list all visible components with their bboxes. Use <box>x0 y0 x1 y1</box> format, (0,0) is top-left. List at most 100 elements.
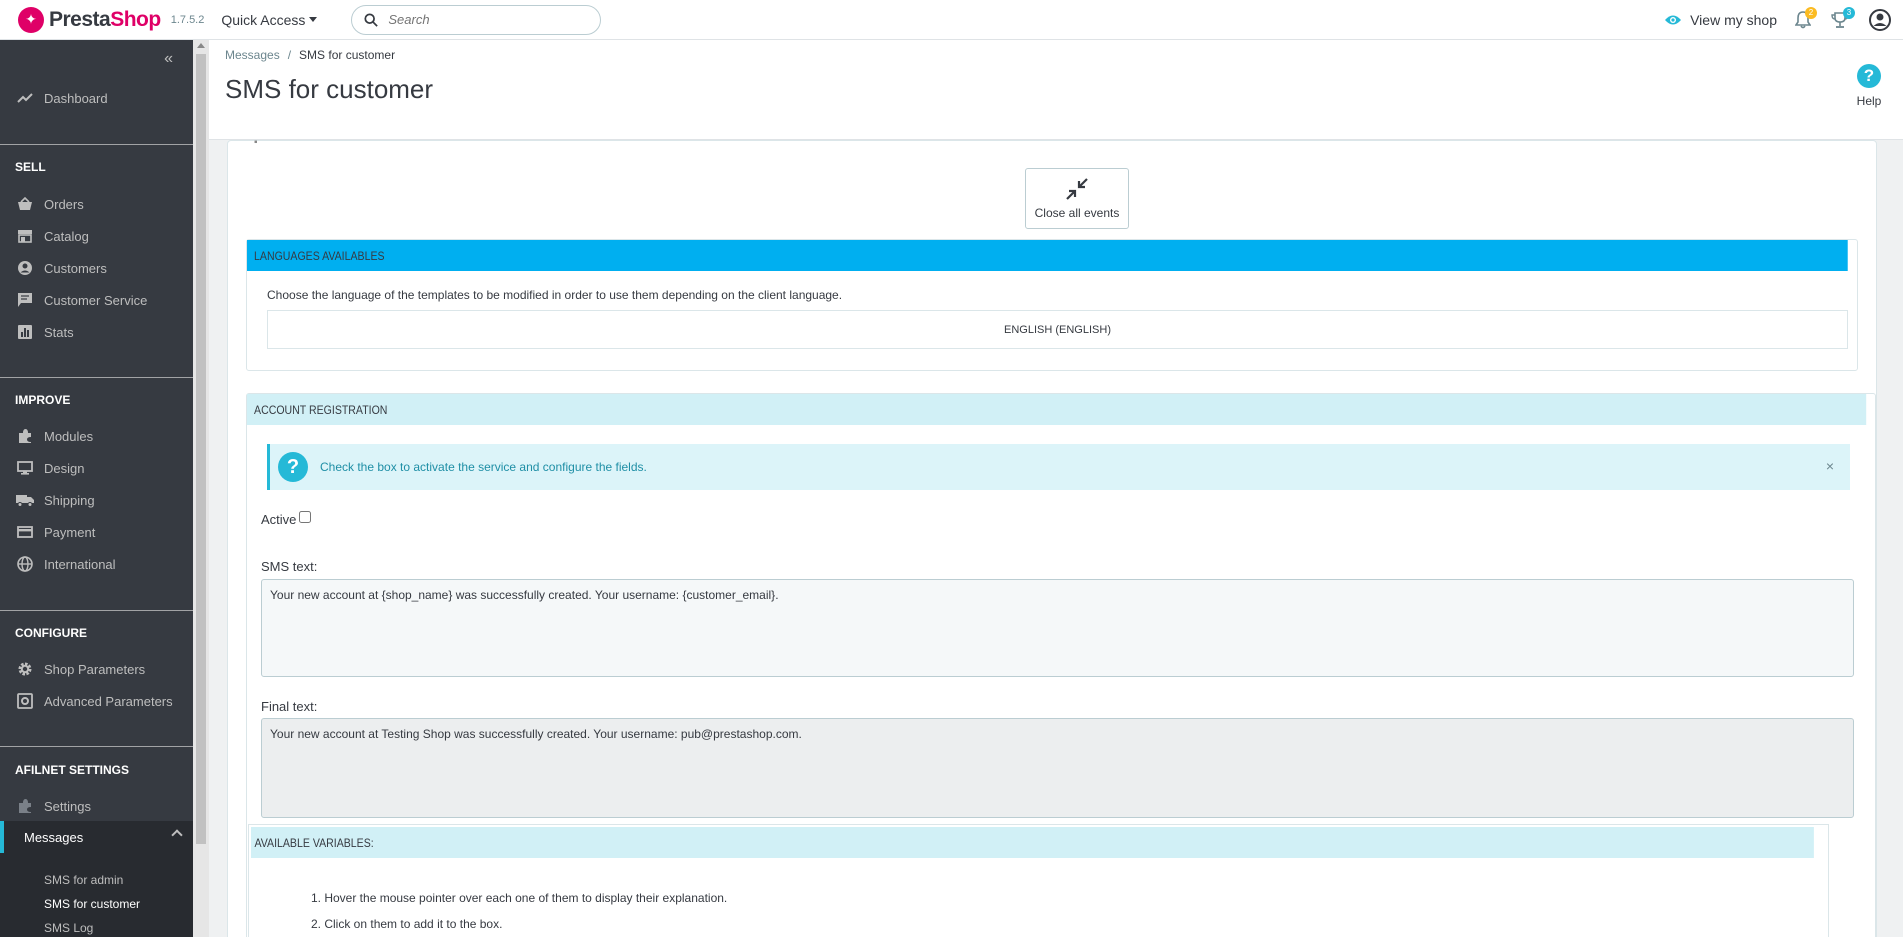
desktop-icon <box>16 459 34 477</box>
credit-card-icon <box>16 523 34 541</box>
list-item: 1. Hover the mouse pointer over each one… <box>311 891 728 905</box>
basket-icon <box>16 195 34 213</box>
divider <box>0 144 193 145</box>
sidebar-item-dashboard[interactable]: Dashboard <box>0 84 193 112</box>
sidebar-item-payment[interactable]: Payment <box>0 518 193 546</box>
close-all-events-button[interactable]: Close all events <box>1025 168 1129 229</box>
scrollbar-thumb[interactable] <box>196 54 206 844</box>
gear-icon <box>16 660 34 678</box>
quick-access-dropdown[interactable]: Quick Access <box>221 11 318 28</box>
profile-button[interactable] <box>1869 9 1891 31</box>
sidebar-item-label: Shipping <box>44 492 95 508</box>
quick-access-label: Quick Access <box>221 11 306 28</box>
search-input[interactable] <box>388 12 569 27</box>
sidebar-item-shipping[interactable]: Shipping <box>0 486 193 514</box>
view-my-shop-link[interactable]: View my shop <box>1664 12 1777 28</box>
sms-text-textarea[interactable]: Your new account at {shop_name} was succ… <box>261 579 1854 677</box>
question-circle-icon: ? <box>1857 64 1881 88</box>
sidebar-item-advanced-parameters[interactable]: Advanced Parameters <box>0 687 193 715</box>
sidebar-item-label: Orders <box>44 196 84 212</box>
breadcrumb-current: SMS for customer <box>299 48 396 62</box>
sidebar-item-messages[interactable]: Messages <box>0 821 193 853</box>
languages-heading: LANGUAGES AVAILABLES <box>247 240 1848 271</box>
trending-up-icon <box>16 89 34 107</box>
sidebar-item-customer-service[interactable]: Customer Service <box>0 286 193 314</box>
collapse-sidebar-icon[interactable]: « <box>164 50 173 68</box>
logo-text-presta: Presta <box>49 7 111 31</box>
eye-icon <box>1665 15 1682 25</box>
bar-chart-icon <box>16 323 34 341</box>
scroll-up-arrow-icon[interactable] <box>197 43 205 48</box>
final-text-textarea: Your new account at Testing Shop was suc… <box>261 718 1854 818</box>
main-content: ▪ Close all events LANGUAGES AVAILABLES … <box>209 140 1903 937</box>
final-text-label: Final text: <box>261 699 318 714</box>
sidebar-item-international[interactable]: International <box>0 550 193 578</box>
caret-down-icon <box>309 17 318 22</box>
sidebar-item-stats[interactable]: Stats <box>0 318 193 346</box>
sidebar-item-label: Dashboard <box>44 90 108 106</box>
sidebar-scrollbar[interactable] <box>193 40 209 937</box>
help-button[interactable]: ? Help <box>1849 64 1889 108</box>
active-row: Active <box>261 510 312 527</box>
logo-text-shop: Shop <box>110 7 161 31</box>
sidebar-item-customers[interactable]: Customers <box>0 254 193 282</box>
search-box[interactable] <box>351 4 602 35</box>
help-label: Help <box>1856 94 1882 108</box>
puzzle-icon <box>16 797 34 815</box>
question-circle-icon: ? <box>278 452 308 482</box>
sidebar-item-orders[interactable]: Orders <box>0 190 193 218</box>
divider <box>0 746 193 747</box>
trophy-button[interactable]: 3 <box>1831 7 1855 29</box>
breadcrumb-messages-link[interactable]: Messages <box>225 48 280 62</box>
sidebar-item-label: Shop Parameters <box>44 661 146 677</box>
view-my-shop-label: View my shop <box>1690 12 1777 28</box>
puffin-logo-icon: ✦ <box>18 6 44 33</box>
top-header: ✦ PrestaShop 1.7.5.2 Quick Access View m… <box>0 0 1903 40</box>
available-variables-section: AVAILABLE VARIABLES: 1. Hover the mouse … <box>248 824 1829 937</box>
available-variables-heading: AVAILABLE VARIABLES: <box>251 827 1815 858</box>
sidebar-item-label: Customers <box>44 260 107 276</box>
account-registration-heading: ACCOUNT REGISTRATION <box>247 394 1866 425</box>
sidebar-item-shop-parameters[interactable]: Shop Parameters <box>0 655 193 683</box>
variables-instructions: 1. Hover the mouse pointer over each one… <box>311 885 727 937</box>
store-icon <box>16 227 34 245</box>
sidebar-item-catalog[interactable]: Catalog <box>0 222 193 250</box>
sell-heading: SELL <box>15 160 46 174</box>
sidebar-item-design[interactable]: Design <box>0 454 193 482</box>
sidebar-subitem-sms-admin[interactable]: SMS for admin <box>44 873 123 887</box>
sidebar-item-settings[interactable]: Settings <box>0 792 193 820</box>
notifications-button[interactable]: 2 <box>1795 7 1817 29</box>
sidebar-item-label: Settings <box>44 798 91 814</box>
sms-customer-panel: ▪ Close all events LANGUAGES AVAILABLES … <box>227 140 1877 937</box>
compress-arrows-icon <box>1066 178 1088 200</box>
prestashop-logo[interactable]: ✦ PrestaShop <box>18 6 161 33</box>
divider <box>0 377 193 378</box>
language-english-button[interactable]: ENGLISH (ENGLISH) <box>267 310 1848 349</box>
info-alert: ? Check the box to activate the service … <box>267 444 1850 490</box>
active-label: Active <box>261 512 297 527</box>
sidebar-item-label: Customer Service <box>44 292 148 308</box>
active-checkbox[interactable] <box>299 510 312 523</box>
sidebar-item-label: Advanced Parameters <box>44 693 173 709</box>
sidebar-item-modules[interactable]: Modules <box>0 422 193 450</box>
user-avatar-icon <box>1869 9 1891 31</box>
trophy-badge: 3 <box>1843 7 1855 19</box>
sidebar-item-label: Modules <box>44 428 94 444</box>
notification-badge: 2 <box>1805 7 1817 19</box>
close-icon[interactable]: × <box>1826 458 1834 474</box>
improve-heading: IMPROVE <box>15 393 71 407</box>
close-all-events-label: Close all events <box>1034 206 1120 220</box>
divider <box>0 610 193 611</box>
languages-description: Choose the language of the templates to … <box>267 288 843 302</box>
page-header: Messages / SMS for customer SMS for custom… <box>209 40 1903 140</box>
list-item: 2. Click on them to add it to the box. <box>311 917 503 931</box>
breadcrumb: Messages / SMS for customer <box>225 48 396 62</box>
version-label: 1.7.5.2 <box>170 13 205 26</box>
sidebar-subitem-sms-customer[interactable]: SMS for customer <box>44 897 140 911</box>
panel-title-cut: ▪ <box>254 140 258 148</box>
sidebar: « Dashboard SELL Orders Catalog Customer… <box>0 40 193 937</box>
configure-heading: CONFIGURE <box>15 626 87 640</box>
globe-icon <box>16 555 34 573</box>
sidebar-subitem-sms-log[interactable]: SMS Log <box>44 921 93 935</box>
chevron-up-icon <box>171 829 183 841</box>
